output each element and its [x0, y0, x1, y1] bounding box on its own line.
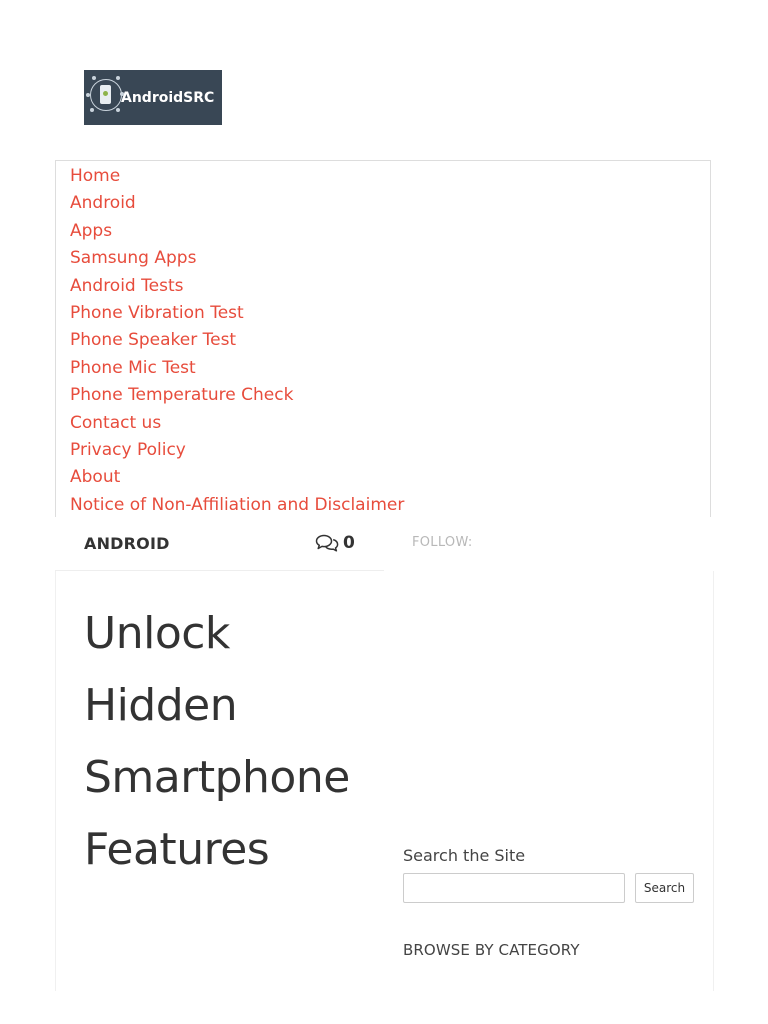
main-menu: Home Android Apps Samsung Apps Android T… — [55, 160, 711, 517]
site-logo[interactable]: AndroidSRC — [84, 70, 222, 125]
follow-label: FOLLOW: — [412, 535, 473, 550]
nav-item-samsung-apps[interactable]: Samsung Apps — [70, 245, 710, 272]
article-title: Unlock Hidden Smartphone Features — [84, 608, 350, 875]
comments-icon — [315, 534, 339, 552]
nav-item-disclaimer[interactable]: Notice of Non-Affiliation and Disclaimer — [70, 492, 710, 519]
nav-item-phone-temperature-check[interactable]: Phone Temperature Check — [70, 382, 710, 409]
browse-category-title: BROWSE BY CATEGORY — [403, 941, 580, 959]
logo-text: AndroidSRC — [121, 89, 215, 106]
nav-item-privacy-policy[interactable]: Privacy Policy — [70, 437, 710, 464]
search-input[interactable] — [403, 873, 625, 903]
post-meta-bar: ANDROID 0 — [55, 518, 384, 571]
nav-item-phone-speaker-test[interactable]: Phone Speaker Test — [70, 327, 710, 354]
comments-link[interactable]: 0 — [315, 533, 355, 553]
nav-item-android-tests[interactable]: Android Tests — [70, 273, 710, 300]
category-link[interactable]: ANDROID — [84, 534, 170, 553]
comment-count: 0 — [343, 533, 355, 553]
nav-item-home[interactable]: Home — [70, 163, 710, 190]
nav-item-about[interactable]: About — [70, 464, 710, 491]
nav-item-phone-vibration-test[interactable]: Phone Vibration Test — [70, 300, 710, 327]
nav-item-apps[interactable]: Apps — [70, 218, 710, 245]
search-widget-title: Search the Site — [403, 846, 526, 865]
nav-item-phone-mic-test[interactable]: Phone Mic Test — [70, 355, 710, 382]
nav-item-android[interactable]: Android — [70, 190, 710, 217]
search-button[interactable]: Search — [635, 873, 694, 903]
nav-item-contact-us[interactable]: Contact us — [70, 410, 710, 437]
globe-phone-network-icon — [84, 70, 124, 125]
